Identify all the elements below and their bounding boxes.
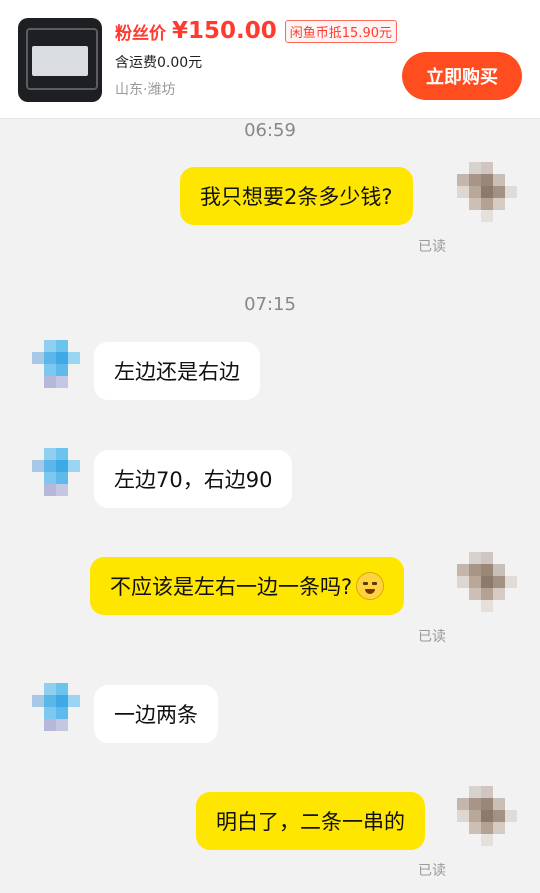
price-value: ¥150.00: [172, 18, 277, 44]
crying-laughing-emoji-icon: [356, 572, 385, 600]
my-avatar[interactable]: [457, 162, 517, 222]
read-receipt: 已读: [418, 239, 446, 255]
message-text: 不应该是左右一边一条吗?: [110, 575, 353, 599]
buy-now-button[interactable]: 立即购买: [402, 52, 522, 100]
shipping-info: 含运费0.00元: [115, 55, 203, 71]
seller-avatar[interactable]: [32, 448, 92, 508]
my-message-bubble[interactable]: 我只想要2条多少钱?: [180, 167, 413, 225]
location-info: 山东·潍坊: [115, 82, 176, 98]
product-header: 粉丝价 ¥150.00 闲鱼币抵15.90元 含运费0.00元 山东·潍坊 立即…: [0, 0, 540, 119]
price-row: 粉丝价 ¥150.00 闲鱼币抵15.90元: [115, 16, 397, 46]
my-avatar[interactable]: [457, 786, 517, 846]
seller-avatar[interactable]: [32, 340, 92, 400]
price-label: 粉丝价: [115, 23, 166, 44]
seller-avatar[interactable]: [32, 683, 92, 743]
timestamp: 06:59: [244, 120, 296, 141]
my-message-bubble[interactable]: 明白了，二条一串的: [196, 792, 425, 850]
read-receipt: 已读: [418, 629, 446, 645]
product-thumbnail[interactable]: [18, 18, 102, 102]
my-message-bubble[interactable]: 不应该是左右一边一条吗?: [90, 557, 405, 615]
seller-message-bubble[interactable]: 左边还是右边: [94, 342, 260, 400]
seller-message-bubble[interactable]: 一边两条: [94, 685, 218, 743]
read-receipt: 已读: [418, 863, 446, 879]
seller-message-bubble[interactable]: 左边70，右边90: [94, 450, 293, 508]
coin-deduction-badge: 闲鱼币抵15.90元: [284, 19, 397, 43]
thumbnail-tray: [32, 46, 88, 76]
my-avatar[interactable]: [457, 552, 517, 612]
timestamp: 07:15: [244, 294, 296, 315]
